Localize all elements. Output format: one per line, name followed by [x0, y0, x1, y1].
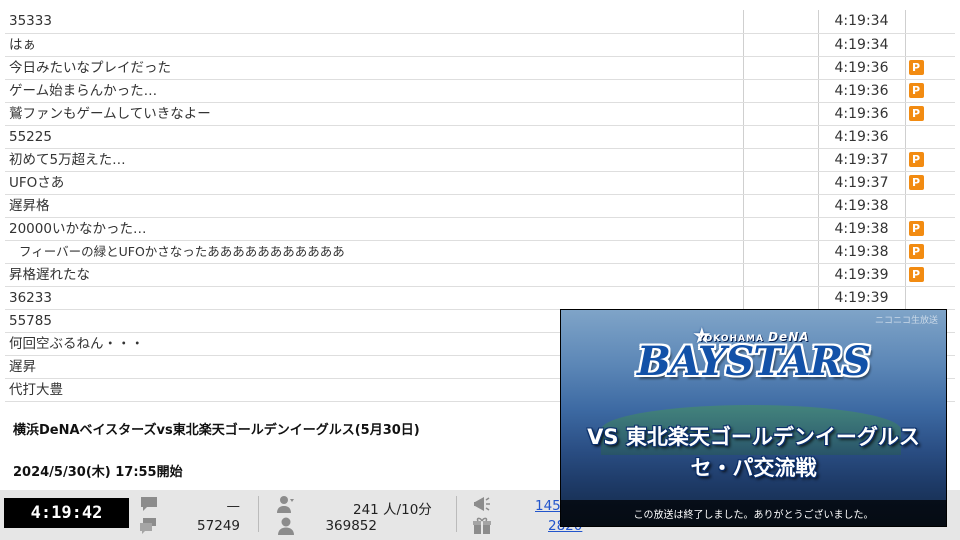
comment-time: 4:19:38: [818, 194, 906, 218]
comment-user-cell: [743, 79, 819, 103]
video-matchup-title: VS 東北楽天ゴールデンイーグルス: [587, 425, 920, 449]
comment-user-cell: [743, 240, 819, 264]
comment-badge-cell: P: [905, 102, 955, 126]
comment-time: 4:19:38: [818, 240, 906, 264]
comment-badge-cell: [905, 194, 955, 218]
comment-text: 今日みたいなプレイだった: [5, 56, 744, 80]
elapsed-time: 4:19:42: [4, 498, 129, 528]
comment-text: 20000いかなかった…: [5, 217, 744, 241]
comment-user-cell: [743, 33, 819, 57]
comment-badge-cell: [905, 33, 955, 57]
comment-text: フィーバーの緑とUFOかさなったあああああああああああ: [5, 240, 744, 264]
program-title: 横浜DeNAベイスターズvs東北楽天ゴールデンイーグルス(5月30日): [13, 423, 420, 438]
comment-badge-cell: P: [905, 171, 955, 195]
comment-text: ゲーム始まらんかった…: [5, 79, 744, 103]
video-series-title: セ・パ交流戦: [690, 456, 817, 480]
comment-user-cell: [743, 194, 819, 218]
comment-user-cell: [743, 217, 819, 241]
premium-badge-icon: P: [908, 60, 924, 75]
comment-rate-value: —: [226, 498, 241, 514]
comment-row[interactable]: 55225 4:19:36: [5, 125, 955, 149]
comment-badge-cell: [905, 286, 955, 310]
comment-text: 55225: [5, 125, 744, 149]
comment-text: 昇格遅れたな: [5, 263, 744, 287]
video-player[interactable]: ニコニコ生放送 ★ YOKOHAMA DeNA BAYSTARS VS 東北楽天…: [560, 309, 947, 527]
broadcast-ended-message: この放送は終了しました。ありがとうございました。: [633, 510, 874, 521]
comment-rate-icon: [141, 497, 157, 511]
comment-row[interactable]: 20000いかなかった… 4:19:38 P: [5, 217, 955, 241]
comment-user-cell: [743, 10, 819, 34]
comment-badge-cell: [905, 125, 955, 149]
status-divider: [456, 496, 457, 532]
comment-badge-cell: P: [905, 56, 955, 80]
comment-time: 4:19:39: [818, 263, 906, 287]
comment-text: 35333: [5, 10, 744, 34]
viewer-rate-value: 241 人/10分: [353, 502, 432, 518]
comment-text: 鷲ファンもゲームしていきなよー: [5, 102, 744, 126]
comment-time: 4:19:39: [818, 286, 906, 310]
comment-time: 4:19:36: [818, 79, 906, 103]
comment-badge-cell: P: [905, 217, 955, 241]
comment-user-cell: [743, 125, 819, 149]
comment-total-value: 57249: [197, 518, 240, 534]
comment-badge-cell: P: [905, 148, 955, 172]
comment-row[interactable]: 鷲ファンもゲームしていきなよー 4:19:36 P: [5, 102, 955, 126]
comment-time: 4:19:36: [818, 125, 906, 149]
premium-badge-icon: P: [908, 175, 924, 190]
comment-row[interactable]: UFOさあ 4:19:37 P: [5, 171, 955, 195]
comment-total-icon: [140, 518, 156, 534]
comment-text: 36233: [5, 286, 744, 310]
comment-row[interactable]: 初めて5万超えた… 4:19:37 P: [5, 148, 955, 172]
ad-megaphone-icon: [474, 497, 490, 511]
comment-text: UFOさあ: [5, 171, 744, 195]
comment-time: 4:19:37: [818, 148, 906, 172]
comment-user-cell: [743, 263, 819, 287]
ad-points-link[interactable]: 145: [535, 498, 561, 514]
comment-row[interactable]: 昇格遅れたな 4:19:39 P: [5, 263, 955, 287]
comment-row[interactable]: ゲーム始まらんかった… 4:19:36 P: [5, 79, 955, 103]
comment-row[interactable]: 36233 4:19:39: [5, 286, 955, 310]
program-start-time: 2024/5/30(木) 17:55開始: [13, 465, 183, 480]
premium-badge-icon: P: [908, 267, 924, 282]
comment-user-cell: [743, 56, 819, 80]
comment-text: 遅昇格: [5, 194, 744, 218]
viewer-total-value: 369852: [325, 518, 377, 534]
premium-badge-icon: P: [908, 244, 924, 259]
comment-row[interactable]: 35333 4:19:34: [5, 10, 955, 34]
comment-row[interactable]: フィーバーの緑とUFOかさなったあああああああああああ 4:19:38 P: [5, 240, 955, 264]
comment-time: 4:19:38: [818, 217, 906, 241]
status-divider: [258, 496, 259, 532]
comment-row[interactable]: はぁ 4:19:34: [5, 33, 955, 57]
comment-user-cell: [743, 286, 819, 310]
comment-badge-cell: P: [905, 263, 955, 287]
comment-user-cell: [743, 102, 819, 126]
comment-time: 4:19:36: [818, 102, 906, 126]
premium-badge-icon: P: [908, 221, 924, 236]
video-watermark: ニコニコ生放送: [874, 316, 938, 326]
comment-badge-cell: [905, 10, 955, 34]
premium-badge-icon: P: [908, 83, 924, 98]
premium-badge-icon: P: [908, 152, 924, 167]
premium-badge-icon: P: [908, 106, 924, 121]
comment-text: 初めて5万超えた…: [5, 148, 744, 172]
comment-time: 4:19:36: [818, 56, 906, 80]
comment-time: 4:19:37: [818, 171, 906, 195]
comment-user-cell: [743, 148, 819, 172]
comment-time: 4:19:34: [818, 10, 906, 34]
comment-user-cell: [743, 171, 819, 195]
comment-badge-cell: P: [905, 79, 955, 103]
video-caption-bar: この放送は終了しました。ありがとうございました。: [561, 500, 946, 526]
team-logo: BAYSTARS: [636, 338, 871, 385]
comment-text: はぁ: [5, 33, 744, 57]
viewer-rate-icon: [277, 496, 294, 513]
comment-badge-cell: P: [905, 240, 955, 264]
gift-icon: [473, 517, 491, 534]
comment-row[interactable]: 遅昇格 4:19:38: [5, 194, 955, 218]
comment-time: 4:19:34: [818, 33, 906, 57]
comment-row[interactable]: 今日みたいなプレイだった 4:19:36 P: [5, 56, 955, 80]
viewer-total-icon: [278, 517, 294, 535]
